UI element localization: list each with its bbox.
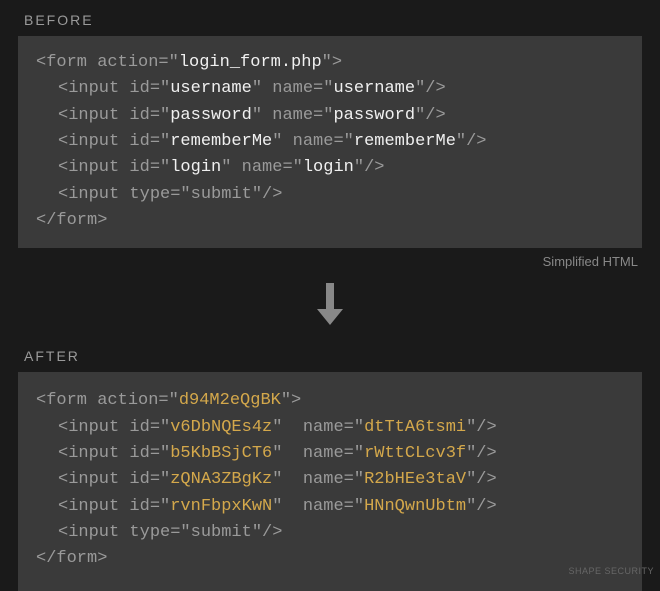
code-line: <input id="rvnFbpxKwN" name="HNnQwnUbtm"… [36,494,624,520]
before-code-block: <form action="login_form.php"> <input id… [18,36,642,248]
code-line: <input id="username" name="username"/> [36,76,624,102]
code-line: <input type="submit"/> [36,520,624,546]
code-line: <input id="v6DbNQEs4z" name="dtTtA6tsmi"… [36,415,624,441]
code-line: <input id="zQNA3ZBgKz" name="R2bHEe3taV"… [36,467,624,493]
after-label: AFTER [0,336,660,372]
image-credit: SHAPE SECURITY [568,566,654,576]
code-line: <input id="rememberMe" name="rememberMe"… [36,129,624,155]
after-code-block: <form action="d94M2eQgBK"> <input id="v6… [18,372,642,590]
arrow-container [0,283,660,330]
code-line: <input id="password" name="password"/> [36,103,624,129]
code-line: <form action="login_form.php"> [36,50,624,76]
before-label: BEFORE [0,0,660,36]
code-line: <input id="login" name="login"/> [36,155,624,181]
before-caption: Simplified HTML [0,254,638,269]
code-line: </form> [36,208,624,234]
code-line: </form> [36,546,624,572]
code-line: <form action="d94M2eQgBK"> [36,388,624,414]
code-line: <input id="b5KbBSjCT6" name="rWttCLcv3f"… [36,441,624,467]
code-line: <input type="submit"/> [36,182,624,208]
down-arrow-icon [319,283,341,325]
